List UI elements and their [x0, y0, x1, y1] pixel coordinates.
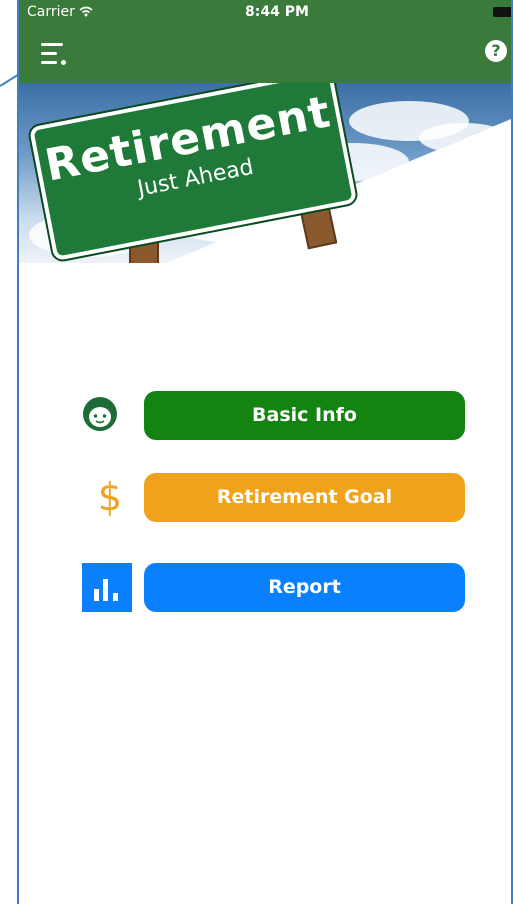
report-button[interactable]: Report	[144, 563, 465, 612]
wifi-icon	[79, 6, 93, 17]
retirement-banner-image: Retirement Just Ahead	[19, 83, 511, 263]
battery-icon	[493, 7, 511, 17]
carrier-text: Carrier	[27, 4, 75, 20]
menu-icon[interactable]	[41, 41, 73, 67]
face-icon	[83, 397, 117, 431]
status-time: 8:44 PM	[245, 4, 309, 20]
basic-info-button[interactable]: Basic Info	[144, 391, 465, 440]
status-bar: Carrier 8:44 PM	[19, 0, 511, 24]
help-icon[interactable]: ?	[485, 40, 507, 62]
basic-info-row: Basic Info	[82, 391, 465, 440]
navigation-bar: ?	[19, 24, 511, 83]
report-row: Report	[82, 563, 465, 612]
retirement-goal-button[interactable]: Retirement Goal	[144, 473, 465, 522]
dollar-icon: $	[97, 475, 123, 519]
carrier-label: Carrier	[27, 4, 93, 20]
bar-chart-icon	[82, 563, 132, 612]
retirement-goal-row: $ Retirement Goal	[82, 473, 465, 522]
